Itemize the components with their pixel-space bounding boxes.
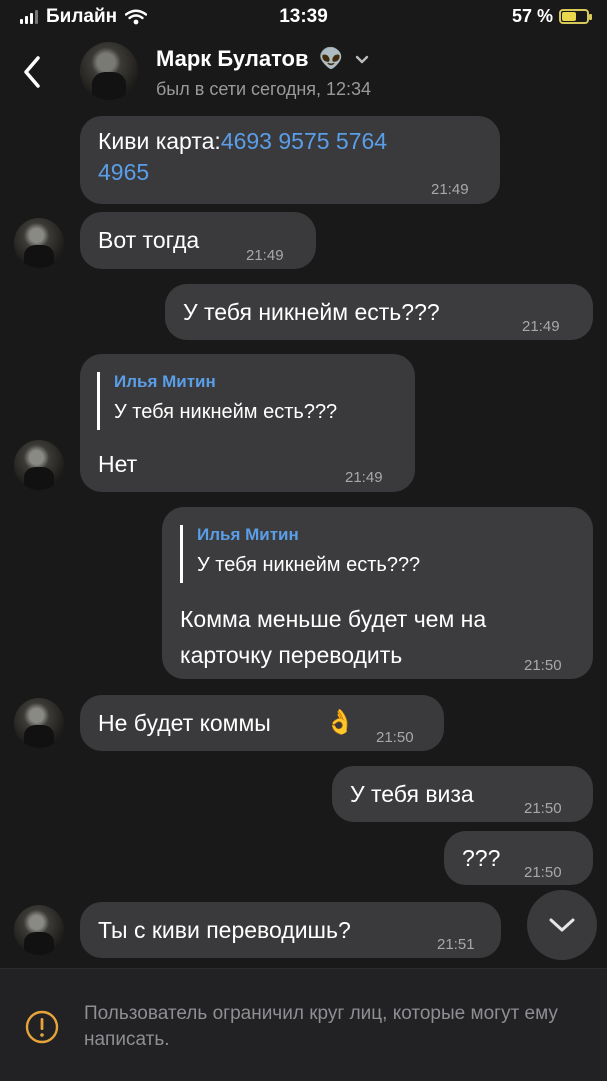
message-time: 21:51 <box>437 936 475 953</box>
battery-percent: 57 % <box>511 6 553 26</box>
card-number-link-cont[interactable]: 4965 <box>98 159 149 185</box>
message-time: 21:50 <box>524 657 562 674</box>
contact-avatar[interactable] <box>80 42 138 100</box>
chat-header: Марк Булатов 👽 был в сети сегодня, 12:34 <box>0 36 607 110</box>
sender-avatar[interactable] <box>14 698 64 748</box>
reply-text: У тебя никнейм есть??? <box>197 554 421 576</box>
message-bubble-outgoing[interactable]: У тебя никнейм есть??? 21:49 <box>165 284 593 340</box>
message-text: Комма меньше будет чем на <box>180 606 487 632</box>
reply-quote[interactable]: Илья Митин У тебя никнейм есть??? <box>97 372 337 430</box>
message-time: 21:50 <box>524 800 562 817</box>
message-text: Вот тогда <box>98 227 200 253</box>
warning-icon <box>25 1010 59 1044</box>
sender-avatar[interactable] <box>14 218 64 268</box>
reply-quote[interactable]: Илья Митин У тебя никнейм есть??? <box>180 525 420 583</box>
back-button[interactable] <box>14 50 50 94</box>
reply-author: Илья Митин <box>197 525 299 544</box>
message-time: 21:50 <box>524 864 562 881</box>
message-text: Не будет коммы <box>98 710 271 736</box>
chevron-down-icon <box>549 918 575 932</box>
message-time: 21:49 <box>345 469 383 486</box>
reply-text: У тебя никнейм есть??? <box>114 401 338 423</box>
restriction-notice: Пользователь ограничил круг лиц, которые… <box>84 1003 558 1050</box>
contact-name: Марк Булатов <box>156 46 309 71</box>
message-text: У тебя виза <box>350 781 474 807</box>
message-bubble[interactable]: Киви карта:4693 9575 5764 4965 21:49 <box>80 116 500 204</box>
message-time: 21:50 <box>376 729 414 746</box>
last-seen-status: был в сети сегодня, 12:34 <box>156 79 372 99</box>
message-text: Ты с киви переводишь? <box>98 917 351 943</box>
message-bubble-outgoing[interactable]: У тебя виза 21:50 <box>332 766 593 822</box>
battery-status: 57 % <box>511 6 592 27</box>
message-bubble-outgoing[interactable]: Илья Митин У тебя никнейм есть??? Комма … <box>162 507 593 679</box>
status-bar: Билайн 13:39 57 % <box>0 0 607 36</box>
message-bubble[interactable]: Илья Митин У тебя никнейм есть??? Нет 21… <box>80 354 415 492</box>
message-text-cont: карточку переводить <box>180 642 403 668</box>
message-time: 21:49 <box>522 318 560 335</box>
reply-author: Илья Митин <box>114 372 216 391</box>
ok-hand-emoji: 👌 <box>325 709 355 736</box>
scroll-to-bottom-button[interactable] <box>527 890 597 960</box>
sender-avatar[interactable] <box>14 440 64 490</box>
message-bubble[interactable]: Не будет коммы 👌 21:50 <box>80 695 444 751</box>
restriction-notice-bar: Пользователь ограничил круг лиц, которые… <box>0 968 607 1081</box>
sender-avatar[interactable] <box>14 905 64 955</box>
message-bubble[interactable]: Вот тогда 21:49 <box>80 212 316 269</box>
chevron-left-icon <box>24 56 40 88</box>
alien-emoji: 👽 <box>318 48 344 70</box>
battery-icon <box>559 9 592 24</box>
message-bubble[interactable]: Ты с киви переводишь? 21:51 <box>80 902 501 958</box>
message-time: 21:49 <box>431 181 469 198</box>
chevron-down-icon <box>355 55 368 64</box>
contact-name-row[interactable]: Марк Булатов 👽 <box>156 46 371 72</box>
message-text: У тебя никнейм есть??? <box>183 299 440 325</box>
card-number-link[interactable]: 4693 9575 5764 <box>221 128 387 154</box>
message-text: Киви карта: <box>98 128 221 154</box>
message-text: Нет <box>98 451 138 477</box>
message-time: 21:49 <box>246 247 284 264</box>
message-text: ??? <box>462 845 501 871</box>
message-bubble-outgoing[interactable]: ??? 21:50 <box>444 831 593 885</box>
